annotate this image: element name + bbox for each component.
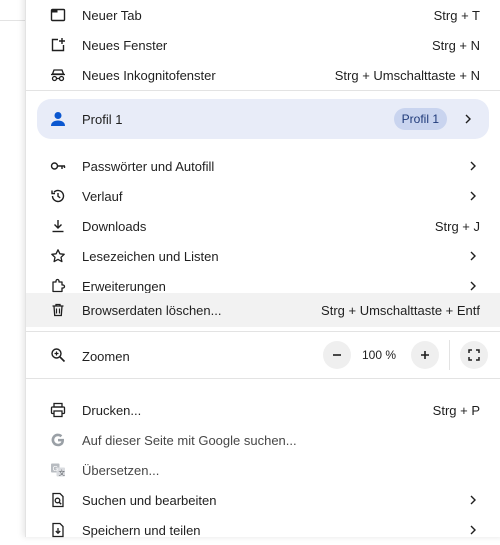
shortcut-text: Strg + N [431, 38, 480, 53]
chevron-right-icon [467, 280, 479, 292]
menu-item-print[interactable]: Drucken... Strg + P [26, 395, 500, 425]
menu-item-label: Speichern und teilen [82, 523, 201, 538]
svg-text:文: 文 [59, 468, 66, 477]
menu-item-passwords[interactable]: Passwörter und Autofill [26, 151, 500, 181]
menu-item-label: Suchen und bearbeiten [82, 493, 217, 508]
shortcut-text: Strg + Umschalttaste + N [334, 68, 480, 83]
menu-item-find-edit[interactable]: Suchen und bearbeiten [26, 485, 500, 515]
menu-item-label: Downloads [82, 219, 147, 234]
menu-item-clear-browsing-data[interactable]: Browserdaten löschen... Strg + Umschaltt… [26, 293, 500, 327]
star-icon [50, 248, 66, 264]
menu-item-google-search-page[interactable]: Auf dieser Seite mit Google suchen... [26, 425, 500, 455]
menu-item-label: Passwörter und Autofill [82, 159, 215, 174]
divider [26, 378, 500, 379]
chevron-right-icon [467, 160, 479, 172]
chrome-main-menu: Neuer Tab Strg + T Neues Fenster Strg + … [25, 0, 500, 538]
print-icon [50, 402, 66, 418]
menu-item-label: Neuer Tab [82, 8, 142, 23]
zoom-out-button[interactable] [323, 341, 351, 369]
menu-item-label: Lesezeichen und Listen [82, 249, 219, 264]
download-icon [50, 218, 66, 234]
menu-item-incognito[interactable]: Neues Inkognitofenster Strg + Umschaltta… [26, 60, 500, 90]
new-window-icon [50, 37, 66, 53]
menu-item-save-share[interactable]: Speichern und teilen [26, 515, 500, 545]
fullscreen-button[interactable] [460, 341, 488, 369]
translate-icon: G文 [50, 462, 66, 478]
history-icon [50, 188, 66, 204]
menu-item-translate[interactable]: G文 Übersetzen... [26, 455, 500, 485]
svg-text:G: G [53, 466, 58, 473]
menu-item-label: Auf dieser Seite mit Google suchen... [82, 433, 297, 448]
divider [26, 90, 500, 91]
menu-item-history[interactable]: Verlauf [26, 181, 500, 211]
divider [449, 340, 450, 370]
menu-item-bookmarks[interactable]: Lesezeichen und Listen [26, 241, 500, 271]
profile-item[interactable]: Profil 1 Profil 1 [37, 99, 489, 139]
menu-item-new-window[interactable]: Neues Fenster Strg + N [26, 30, 500, 60]
menu-item-label: Verlauf [82, 189, 123, 204]
shortcut-text: Strg + T [433, 8, 480, 23]
shortcut-text: Strg + P [432, 403, 480, 418]
new-tab-icon [50, 7, 66, 23]
menu-item-new-tab[interactable]: Neuer Tab Strg + T [26, 0, 500, 30]
person-icon [49, 110, 67, 128]
chevron-right-icon [467, 250, 479, 262]
chevron-right-icon [467, 524, 479, 536]
zoom-icon [50, 347, 66, 363]
divider [26, 331, 500, 332]
extension-icon [50, 278, 66, 294]
profile-chip: Profil 1 [393, 108, 447, 130]
key-icon [50, 158, 66, 174]
zoom-label: Zoomen [82, 349, 130, 364]
zoom-value: 100 % [362, 348, 397, 362]
incognito-icon [50, 67, 66, 83]
page-background [0, 0, 26, 527]
profile-label: Profil 1 [82, 112, 123, 127]
menu-item-label: Übersetzen... [82, 463, 160, 478]
menu-item-label: Neues Fenster [82, 38, 168, 53]
chevron-right-icon [462, 113, 474, 125]
menu-item-label: Erweiterungen [82, 279, 166, 294]
menu-item-label: Neues Inkognitofenster [82, 68, 216, 83]
save-icon [50, 522, 66, 538]
menu-item-label: Browserdaten löschen... [82, 303, 222, 318]
shortcut-text: Strg + Umschalttaste + Entf [321, 303, 480, 318]
trash-icon [50, 302, 66, 318]
google-icon [50, 432, 66, 448]
shortcut-text: Strg + J [434, 219, 480, 234]
menu-item-downloads[interactable]: Downloads Strg + J [26, 211, 500, 241]
fullscreen-icon [468, 349, 480, 361]
zoom-in-button[interactable] [411, 341, 439, 369]
find-icon [50, 492, 66, 508]
menu-item-label: Drucken... [82, 403, 142, 418]
chevron-right-icon [467, 494, 479, 506]
chevron-right-icon [467, 190, 479, 202]
